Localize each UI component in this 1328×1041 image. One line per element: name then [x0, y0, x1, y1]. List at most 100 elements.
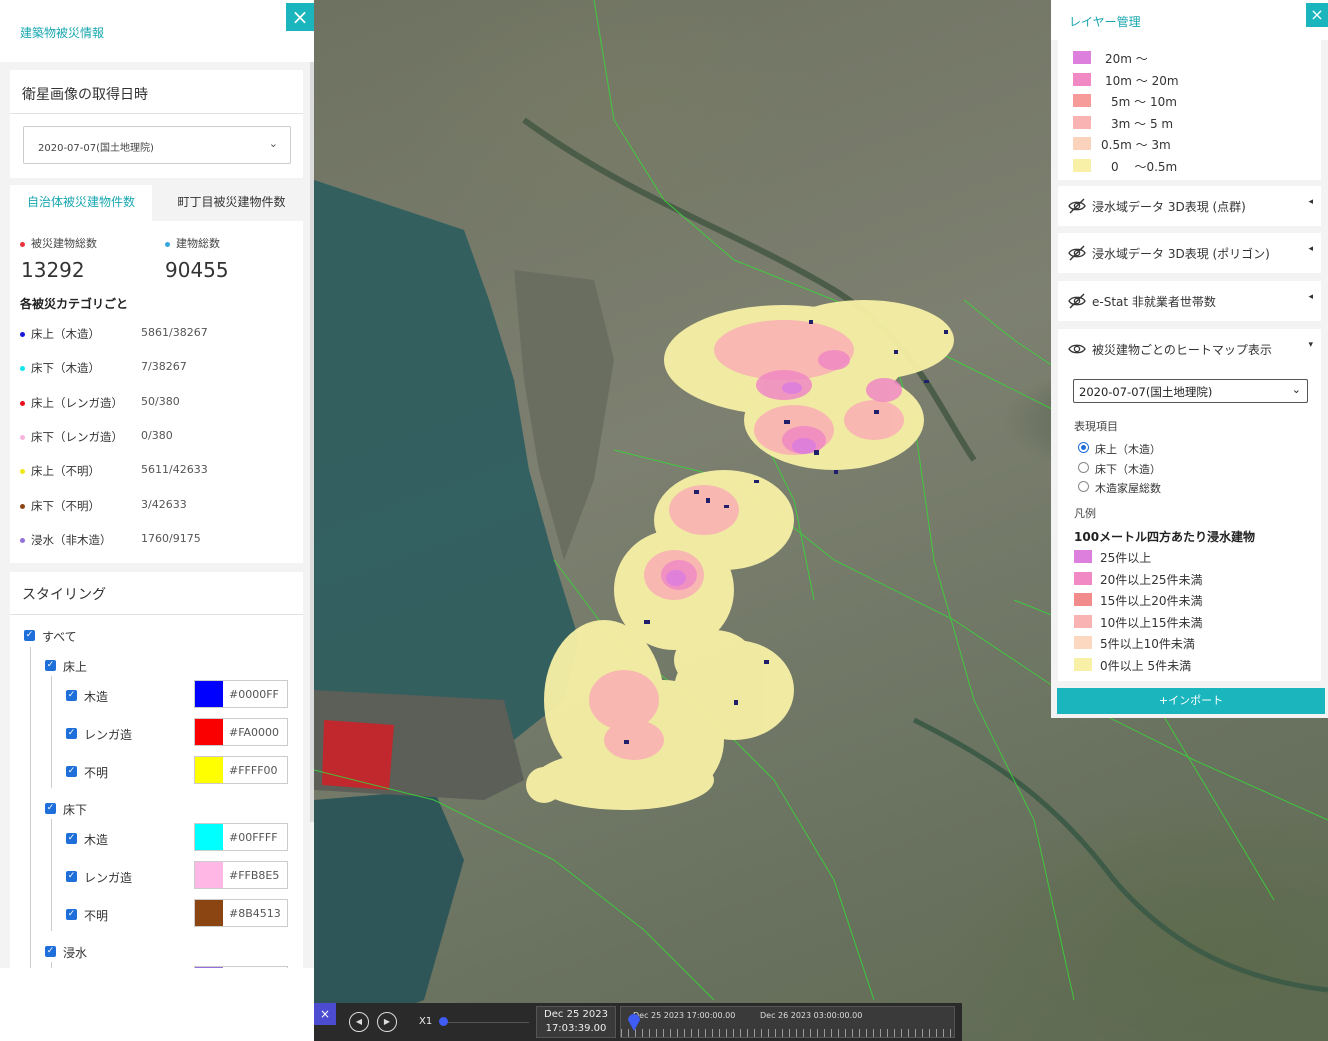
color-swatch[interactable] [195, 757, 223, 783]
close-icon[interactable]: × [286, 3, 314, 31]
building-total-text: 建物総数 [176, 237, 220, 250]
close-icon[interactable]: × [1306, 3, 1328, 27]
caret-left-icon[interactable]: ◂ [1308, 244, 1313, 254]
depth-color-swatch [1073, 51, 1091, 64]
color-swatch[interactable] [195, 900, 223, 926]
legend-label: 凡例 [1074, 507, 1096, 520]
scrollbar[interactable] [310, 62, 314, 822]
layer-row[interactable]: 浸水域データ 3D表現 (ポリゴン) ◂ [1058, 233, 1321, 273]
layer-row[interactable]: 浸水域データ 3D表現 (点群) ◂ [1058, 186, 1321, 226]
color-picker[interactable]: #0000FF [194, 680, 288, 708]
heatmap-legend-label: 25件以上 [1100, 551, 1152, 565]
layer-name: 被災建物ごとのヒートマップ表示 [1092, 343, 1272, 357]
layer-row[interactable]: e-Stat 非就業者世帯数 ◂ [1058, 281, 1321, 321]
building-total-label: 建物総数 [165, 235, 220, 251]
eye-off-icon[interactable] [1068, 293, 1086, 309]
depth-legend-label: 3m 〜 5 m [1111, 116, 1174, 131]
current-date: Dec 25 2023 [544, 1009, 608, 1020]
color-picker[interactable]: #FA0000 [194, 718, 288, 746]
category-value: 7/38267 [141, 360, 187, 374]
rewind-icon[interactable]: ◀ [349, 1012, 369, 1032]
color-hex: #FA0000 [229, 726, 280, 739]
speed-slider-track[interactable] [442, 1022, 529, 1023]
timeline-track[interactable]: Dec 25 2023 17:00:00.00 Dec 26 2023 03:0… [620, 1006, 955, 1038]
style-item-checkbox[interactable]: ✓ [66, 871, 77, 882]
color-picker[interactable]: #FFB8E5 [194, 861, 288, 889]
heatmap-color-swatch [1074, 571, 1092, 585]
style-item-label: レンガ造 [84, 871, 133, 885]
current-time-display: Dec 25 2023 17:03:39.00 [536, 1006, 616, 1038]
caret-down-icon[interactable]: ▾ [1308, 340, 1313, 350]
color-picker[interactable]: #FFFF00 [194, 756, 288, 784]
eye-off-icon[interactable] [1068, 198, 1086, 214]
tab-town-damage[interactable]: 町丁目被災建物件数 [160, 185, 303, 221]
damaged-total-text: 被災建物総数 [31, 237, 97, 250]
style-group-label: 床下 [63, 803, 88, 817]
style-item-checkbox[interactable]: ✓ [66, 766, 77, 777]
heatmap-date-value: 2020-07-07(国土地理院) [1079, 385, 1213, 399]
layer-manager-panel: レイヤー管理 × 20m 〜 10m 〜 20m 5m 〜 10m 3m 〜 5 m 0… [1051, 0, 1328, 718]
heatmap-color-swatch [1074, 593, 1092, 607]
category-name: 床上（不明） [20, 463, 100, 479]
heatmap-legend-label: 5件以上10件未満 [1100, 637, 1195, 652]
tab-municipal-damage[interactable]: 自治体被災建物件数 [10, 185, 152, 221]
caret-left-icon[interactable]: ◂ [1308, 197, 1313, 207]
building-total-value: 90455 [165, 258, 229, 282]
style-item-label: 不明 [84, 766, 109, 780]
style-group-checkbox[interactable]: ✓ [45, 946, 56, 957]
expression-radio[interactable] [1078, 481, 1089, 492]
layer-row[interactable]: 被災建物ごとのヒートマップ表示 ▾ [1058, 329, 1321, 369]
layer-name: 浸水域データ 3D表現 (点群) [1092, 200, 1246, 214]
heatmap-color-swatch [1074, 658, 1092, 671]
eye-icon[interactable] [1068, 341, 1086, 357]
category-dot-icon [20, 400, 25, 406]
play-icon[interactable]: ▶ [377, 1012, 397, 1032]
eye-off-icon[interactable] [1068, 245, 1086, 261]
close-icon[interactable]: × [314, 1003, 336, 1025]
building-damage-panel: 建築物被災情報 × 衛星画像の取得日時 2020-07-07(国土地理院) ⌄ … [0, 0, 314, 968]
category-value: 5611/42633 [141, 463, 208, 477]
color-hex: #00FFFF [229, 831, 278, 844]
style-item-checkbox[interactable]: ✓ [66, 833, 77, 844]
style-all-checkbox[interactable]: ✓ [24, 630, 35, 641]
style-item-label: 木造 [84, 833, 109, 847]
styling-title: スタイリング [22, 587, 106, 603]
category-name: 浸水（非木造） [20, 532, 112, 548]
color-swatch[interactable] [195, 862, 223, 888]
color-picker[interactable]: #9370DB [194, 966, 288, 968]
heatmap-date-select[interactable]: 2020-07-07(国土地理院) ⌄ [1073, 379, 1308, 403]
category-dot-icon [20, 469, 25, 475]
category-value: 3/42633 [141, 497, 187, 511]
expression-radio[interactable] [1078, 461, 1089, 473]
style-item-checkbox[interactable]: ✓ [66, 690, 77, 701]
category-dot-icon [20, 332, 25, 337]
category-heading: 各被災カテゴリごと [20, 297, 129, 311]
color-picker[interactable]: #8B4513 [194, 899, 288, 927]
color-swatch[interactable] [195, 967, 223, 968]
style-group-checkbox[interactable]: ✓ [45, 660, 56, 671]
category-dot-icon [20, 366, 25, 372]
category-value: 50/380 [141, 394, 180, 408]
color-swatch[interactable] [195, 719, 223, 745]
date-select[interactable]: 2020-07-07(国土地理院) ⌄ [23, 126, 291, 164]
expression-radio[interactable] [1078, 442, 1089, 453]
heatmap-legend-label: 0件以上 5件未満 [1100, 659, 1192, 673]
caret-left-icon[interactable]: ◂ [1308, 292, 1313, 302]
color-swatch[interactable] [195, 681, 223, 707]
category-name: 床上（レンガ造） [20, 395, 123, 411]
style-group-checkbox[interactable]: ✓ [45, 803, 56, 814]
category-value: 1760/9175 [141, 531, 201, 545]
category-value: 0/380 [141, 428, 173, 442]
depth-legend-label: 0 〜0.5m [1111, 160, 1178, 174]
import-button[interactable]: +インポート [1057, 688, 1325, 714]
color-picker[interactable]: #00FFFF [194, 823, 288, 851]
color-hex: #0000FF [229, 688, 279, 701]
color-swatch[interactable] [195, 824, 223, 850]
style-item-checkbox[interactable]: ✓ [66, 909, 77, 920]
style-item-checkbox[interactable]: ✓ [66, 728, 77, 739]
timeline-tick-label: Dec 25 2023 17:00:00.00 [633, 1011, 736, 1020]
color-hex: #8B4513 [229, 907, 281, 920]
layer-name: 浸水域データ 3D表現 (ポリゴン) [1092, 247, 1270, 261]
category-label: 床上（不明） [31, 464, 100, 479]
speed-slider-handle[interactable] [439, 1017, 448, 1026]
